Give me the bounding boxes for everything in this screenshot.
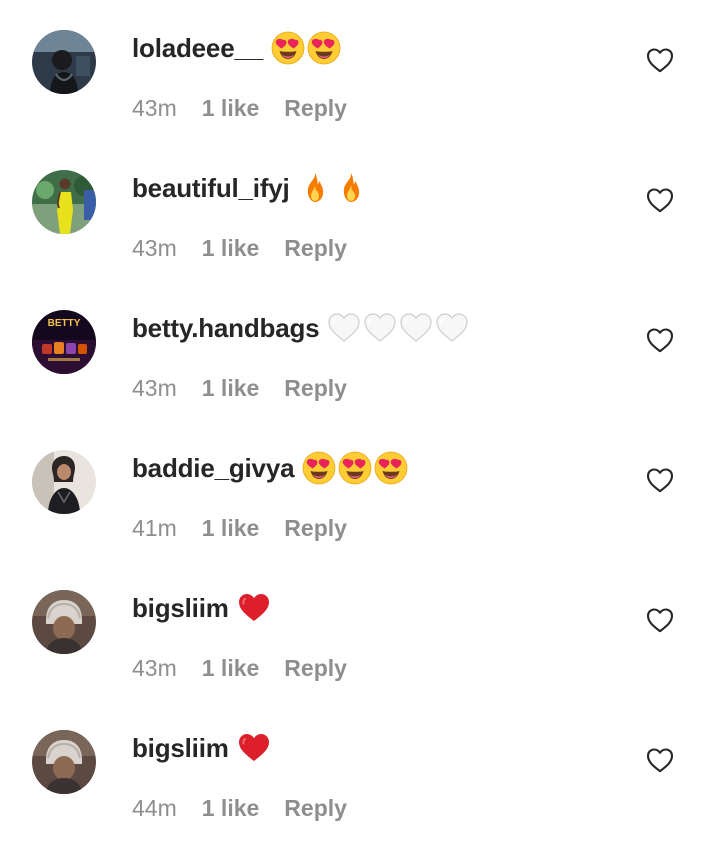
red-heart-emoji-icon [237, 591, 271, 625]
heart-eyes-emoji-icon [271, 31, 305, 65]
like-count[interactable]: 1 like [202, 515, 260, 542]
avatar[interactable]: BETTY [32, 310, 96, 374]
username-link[interactable]: betty.handbags [132, 313, 320, 344]
svg-text:BETTY: BETTY [48, 318, 81, 329]
comment-body: beautiful_ifyj [132, 168, 368, 208]
avatar[interactable] [32, 590, 96, 654]
white-heart-emoji-icon [399, 311, 433, 345]
white-heart-emoji-icon [327, 311, 361, 345]
like-heart-icon[interactable] [646, 467, 674, 493]
reply-button[interactable]: Reply [284, 795, 347, 822]
like-count[interactable]: 1 like [202, 795, 260, 822]
comment-emojis [237, 591, 271, 625]
reply-button[interactable]: Reply [284, 655, 347, 682]
username-link[interactable]: beautiful_ifyj [132, 173, 290, 204]
comment-row: loladeee__ 43m 1 like Reply [0, 0, 720, 140]
comment-meta: 43m 1 like Reply [132, 94, 347, 122]
comment-time: 43m [132, 654, 177, 681]
avatar[interactable] [32, 170, 96, 234]
comment-row: bigsliim 44m 1 like Reply [0, 700, 720, 840]
comment-time: 43m [132, 94, 177, 121]
comment-meta: 44m 1 like Reply [132, 794, 347, 822]
comment-emojis [302, 451, 408, 485]
like-count[interactable]: 1 like [202, 655, 260, 682]
like-heart-icon[interactable] [646, 747, 674, 773]
reply-button[interactable]: Reply [284, 235, 347, 262]
comment-meta: 43m 1 like Reply [132, 654, 347, 682]
comment-meta: 41m 1 like Reply [132, 514, 347, 542]
comment-meta: 43m 1 like Reply [132, 374, 347, 402]
username-link[interactable]: loladeee__ [132, 33, 263, 64]
comment-time: 41m [132, 514, 177, 541]
avatar[interactable] [32, 30, 96, 94]
heart-eyes-emoji-icon [338, 451, 372, 485]
comment-body: betty.handbags [132, 308, 469, 348]
comment-emojis [271, 31, 341, 65]
like-count[interactable]: 1 like [202, 235, 260, 262]
comment-row: baddie_givya 41m 1 like Reply [0, 420, 720, 560]
fire-emoji-icon [298, 171, 332, 205]
comment-row: beautiful_ifyj 43m 1 like Reply [0, 140, 720, 280]
comment-row: bigsliim 43m 1 like Reply [0, 560, 720, 700]
reply-button[interactable]: Reply [284, 515, 347, 542]
like-count[interactable]: 1 like [202, 375, 260, 402]
comment-emojis [327, 311, 469, 345]
like-count[interactable]: 1 like [202, 95, 260, 122]
comment-time: 43m [132, 374, 177, 401]
like-heart-icon[interactable] [646, 47, 674, 73]
heart-eyes-emoji-icon [302, 451, 336, 485]
username-link[interactable]: bigsliim [132, 733, 229, 764]
fire-emoji-icon [334, 171, 368, 205]
comment-body: loladeee__ [132, 28, 341, 68]
like-heart-icon[interactable] [646, 187, 674, 213]
heart-eyes-emoji-icon [374, 451, 408, 485]
comment-body: bigsliim [132, 728, 271, 768]
heart-eyes-emoji-icon [307, 31, 341, 65]
comment-meta: 43m 1 like Reply [132, 234, 347, 262]
reply-button[interactable]: Reply [284, 375, 347, 402]
comment-time: 43m [132, 234, 177, 261]
reply-button[interactable]: Reply [284, 95, 347, 122]
avatar[interactable] [32, 450, 96, 514]
username-link[interactable]: baddie_givya [132, 453, 295, 484]
username-link[interactable]: bigsliim [132, 593, 229, 624]
comment-row: BETTY betty.handbags 43m 1 like Reply [0, 280, 720, 420]
red-heart-emoji-icon [237, 731, 271, 765]
white-heart-emoji-icon [363, 311, 397, 345]
white-heart-emoji-icon [435, 311, 469, 345]
like-heart-icon[interactable] [646, 607, 674, 633]
comment-time: 44m [132, 794, 177, 821]
comment-emojis [237, 731, 271, 765]
comment-body: bigsliim [132, 588, 271, 628]
like-heart-icon[interactable] [646, 327, 674, 353]
comment-emojis [298, 171, 368, 205]
avatar[interactable] [32, 730, 96, 794]
comment-body: baddie_givya [132, 448, 408, 488]
